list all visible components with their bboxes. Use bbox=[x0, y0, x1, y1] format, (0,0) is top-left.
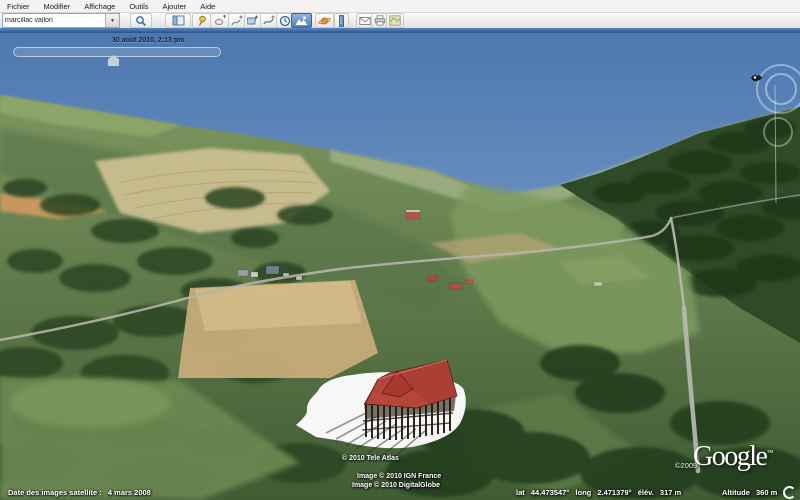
altitude-label: Altitude bbox=[722, 488, 750, 497]
look-ring-inner[interactable] bbox=[765, 73, 797, 105]
add-placemark-button[interactable] bbox=[192, 13, 212, 28]
planet-icon bbox=[318, 15, 331, 27]
menu-aide[interactable]: Aide bbox=[193, 2, 222, 11]
altitude-status: Altitude 360 m bbox=[722, 488, 781, 497]
maps-icon bbox=[389, 15, 401, 26]
ruler-icon bbox=[337, 15, 346, 27]
email-icon bbox=[359, 16, 371, 26]
toolbar: ▼ bbox=[0, 13, 800, 28]
menu-ajouter[interactable]: Ajouter bbox=[156, 2, 194, 11]
menu-bar: Fichier Modifier Affichage Outils Ajoute… bbox=[0, 0, 800, 13]
printer-icon bbox=[374, 15, 386, 26]
search-icon bbox=[135, 15, 147, 27]
add-polygon-button[interactable] bbox=[210, 13, 230, 28]
time-slider-track[interactable] bbox=[13, 47, 221, 57]
navigation-bird-icon[interactable] bbox=[750, 72, 763, 83]
switch-to-sky-button[interactable] bbox=[315, 13, 334, 28]
altitude-value: 360 m bbox=[756, 488, 777, 497]
copyright-tele-atlas: © 2010 Tele Atlas bbox=[342, 455, 399, 462]
long-value: 2.471379° bbox=[597, 488, 631, 497]
menu-outils[interactable]: Outils bbox=[122, 2, 155, 11]
copyright-ign: Image © 2010 IGN France bbox=[357, 473, 441, 480]
imagery-date-value: 4 mars 2008 bbox=[108, 488, 151, 497]
terrain-3d-view bbox=[0, 33, 800, 500]
google-wordmark: Google bbox=[693, 441, 766, 472]
trademark-symbol: ™ bbox=[766, 449, 773, 457]
ruler-button[interactable] bbox=[334, 13, 349, 28]
google-earth-window: Fichier Modifier Affichage Outils Ajoute… bbox=[0, 0, 800, 500]
earth-viewport[interactable]: 30 août 2010, 2:13 pm © 2010 Tele Atlas … bbox=[0, 33, 800, 500]
lat-value: 44.473547° bbox=[531, 488, 569, 497]
menu-affichage[interactable]: Affichage bbox=[77, 2, 122, 11]
search-button[interactable] bbox=[130, 13, 152, 28]
view-in-maps-button[interactable] bbox=[386, 13, 404, 28]
sun-icon bbox=[295, 15, 308, 26]
search-dropdown-arrow[interactable]: ▼ bbox=[105, 14, 119, 27]
position-status: lat 44.473547° long 2.471379° élév. 317 … bbox=[516, 488, 685, 497]
lat-label: lat bbox=[516, 488, 525, 497]
move-joystick-ring[interactable] bbox=[763, 117, 793, 147]
sidebar-panel-icon bbox=[172, 15, 185, 26]
imagery-date-status: Date des images satellite : 4 mars 2008 bbox=[8, 488, 155, 497]
google-logo: Google™ bbox=[693, 441, 773, 473]
polygon-icon bbox=[214, 15, 226, 27]
imagery-date-label: Date des images satellite : bbox=[8, 488, 102, 497]
search-combobox: ▼ bbox=[2, 13, 120, 28]
streaming-spinner-icon bbox=[783, 486, 796, 499]
placemark-pin-icon bbox=[196, 15, 208, 27]
path-icon bbox=[231, 15, 243, 27]
search-input[interactable] bbox=[3, 14, 105, 27]
elev-value: 317 m bbox=[660, 488, 681, 497]
toggle-sidebar-button[interactable] bbox=[165, 13, 191, 28]
menu-modifier[interactable]: Modifier bbox=[37, 2, 78, 11]
sunlight-button[interactable] bbox=[291, 13, 312, 28]
image-overlay-icon bbox=[247, 15, 259, 27]
menu-fichier[interactable]: Fichier bbox=[0, 2, 37, 11]
record-tour-icon bbox=[263, 15, 275, 27]
elev-label: élév. bbox=[638, 488, 654, 497]
copyright-digitalglobe: Image © 2010 DigitalGlobe bbox=[352, 482, 440, 489]
time-slider-label: 30 août 2010, 2:13 pm bbox=[112, 37, 184, 44]
clock-icon bbox=[279, 15, 291, 27]
long-label: long bbox=[575, 488, 591, 497]
